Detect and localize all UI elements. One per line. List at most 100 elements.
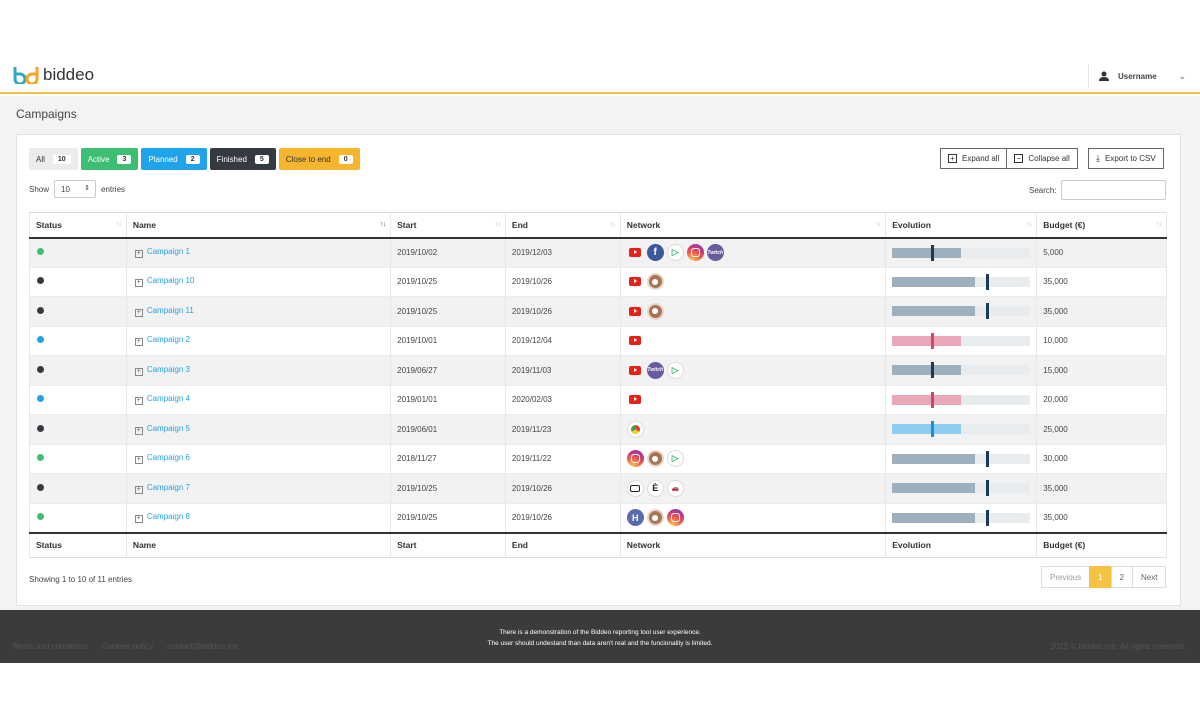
- evolution-fill: [892, 365, 962, 376]
- filter-label: Active: [87, 154, 110, 164]
- end-cell: 2019/10/26: [504, 502, 621, 533]
- search-input[interactable]: [1060, 180, 1166, 200]
- status-cell: [29, 296, 127, 326]
- expand-all-button[interactable]: + Expand all: [940, 148, 1008, 169]
- expand-row-icon[interactable]: +: [134, 397, 143, 406]
- table-row[interactable]: + Campaign 5 2019/06/01 2019/11/23 25,000: [29, 414, 1167, 444]
- evolution-marker: [930, 362, 934, 379]
- user-menu[interactable]: Username ⌄: [1088, 64, 1200, 88]
- expand-row-icon[interactable]: +: [134, 279, 143, 288]
- column-header-evolution[interactable]: Evolution ↑↓: [885, 212, 1038, 239]
- table-row[interactable]: + Campaign 1 2019/10/02 2019/12/03 f ▷ Twitch 5…: [29, 237, 1167, 267]
- name-cell: + Campaign 1: [125, 237, 392, 267]
- username: Username: [1118, 71, 1157, 81]
- sort-asc-icon: ↑↓: [380, 221, 386, 228]
- column-header-budget[interactable]: Budget (€) ↑↓: [1036, 212, 1167, 239]
- end-cell: 2019/11/22: [504, 443, 621, 474]
- evolution-marker: [930, 421, 934, 438]
- column-header-end[interactable]: End ↑↓: [504, 212, 621, 239]
- filter-planned-button[interactable]: Planned 2: [141, 148, 207, 170]
- expand-row-icon[interactable]: +: [134, 485, 143, 494]
- status-filters: All 10 Active 3 Planned 2 Finished 5 Clo…: [29, 148, 360, 170]
- table-row[interactable]: + Campaign 11 2019/10/25 2019/10/26 35,000: [29, 296, 1167, 326]
- brand-name: biddeo: [43, 65, 95, 84]
- table-body: + Campaign 1 2019/10/02 2019/12/03 f ▷ Twitch 5…: [29, 237, 1167, 533]
- evolution-cell: [885, 384, 1038, 415]
- expand-row-icon[interactable]: +: [134, 338, 143, 347]
- table-row[interactable]: + Campaign 2 2019/10/01 2019/12/04 10,000: [29, 325, 1167, 356]
- table-row[interactable]: + Campaign 8 2019/10/25 2019/10/26 H 35,000: [29, 502, 1167, 533]
- campaign-link[interactable]: Campaign 5: [147, 424, 190, 433]
- evolution-bar: [892, 480, 1031, 497]
- next-page-button[interactable]: Next: [1132, 566, 1167, 588]
- campaign-link[interactable]: Campaign 8: [147, 512, 190, 521]
- expand-row-icon[interactable]: +: [134, 426, 143, 435]
- start-cell: 2019/10/25: [390, 266, 506, 297]
- page-2-button[interactable]: 2: [1110, 566, 1134, 588]
- status-dot-icon: [37, 513, 44, 520]
- table-row[interactable]: + Campaign 3 2019/06/27 2019/11/03 Twitch ▷ 15…: [29, 355, 1167, 385]
- network-cell: ▷: [619, 443, 887, 474]
- search-label: Search:: [1029, 185, 1057, 195]
- previous-page-button[interactable]: Previous: [1041, 566, 1091, 588]
- table-row[interactable]: + Campaign 6 2018/11/27 2019/11/22 ▷ 30,000: [29, 443, 1167, 474]
- campaign-link[interactable]: Campaign 11: [147, 306, 194, 315]
- collapse-all-button[interactable]: − Collapse all: [1006, 148, 1078, 169]
- column-header-name[interactable]: Name ↑↓: [125, 212, 392, 239]
- export-csv-button[interactable]: ⤓ Export to CSV: [1088, 148, 1164, 169]
- table-row[interactable]: + Campaign 7 2019/10/25 2019/10/26 Ė 🚗 35,000: [29, 473, 1167, 503]
- campaign-link[interactable]: Campaign 4: [147, 394, 190, 403]
- network-cell: f ▷ Twitch: [619, 237, 887, 267]
- end-cell: 2019/11/23: [504, 414, 621, 444]
- evolution-cell: [885, 414, 1038, 444]
- evolution-cell: [885, 502, 1038, 533]
- brand-logo[interactable]: biddeo: [12, 65, 94, 85]
- google-play-icon: ▷: [666, 450, 684, 468]
- status-cell: [29, 443, 127, 474]
- campaigns-table: Status ↑↓ Name ↑↓ Start ↑↓ End ↑↓ Network ↑↓ …: [29, 212, 1167, 558]
- page-1-button[interactable]: 1: [1089, 566, 1112, 588]
- h-app-icon: H: [626, 509, 644, 526]
- table-row[interactable]: + Campaign 4 2019/01/01 2020/02/03 20,000: [29, 384, 1167, 415]
- youtube-icon: [627, 391, 644, 408]
- campaign-link[interactable]: Campaign 2: [147, 335, 190, 344]
- table-info: Showing 1 to 10 of 11 entries: [29, 575, 133, 584]
- status-dot-icon: [37, 454, 44, 462]
- coffee-cup-icon: [646, 302, 664, 320]
- table-row[interactable]: + Campaign 10 2019/10/25 2019/10/26 35,000: [29, 266, 1167, 297]
- expand-row-icon[interactable]: +: [134, 250, 143, 258]
- show-label: Show: [29, 184, 50, 194]
- page-length-select[interactable]: 10 ⇕: [54, 180, 97, 198]
- filter-finished-button[interactable]: Finished 5: [209, 148, 276, 170]
- expand-collapse-group: + Expand all − Collapse all: [940, 148, 1078, 169]
- campaign-link[interactable]: Campaign 7: [147, 483, 190, 492]
- expand-row-icon[interactable]: +: [134, 456, 143, 465]
- campaign-link[interactable]: Campaign 3: [147, 365, 190, 374]
- end-cell: 2019/10/26: [504, 296, 621, 326]
- expand-row-icon[interactable]: +: [134, 308, 143, 317]
- campaign-link[interactable]: Campaign 1: [147, 247, 190, 256]
- status-dot-icon: [37, 306, 44, 314]
- column-header-status[interactable]: Status ↑↓: [29, 212, 127, 239]
- evolution-cell: [885, 325, 1038, 356]
- youtube-icon: [627, 303, 644, 320]
- filter-close-to-end-button[interactable]: Close to end 0: [278, 148, 360, 170]
- evolution-cell: [885, 443, 1038, 474]
- expand-row-icon[interactable]: +: [134, 515, 143, 523]
- column-header-start[interactable]: Start ↑↓: [390, 212, 506, 239]
- tv-icon: [626, 479, 644, 497]
- evolution-cell: [885, 296, 1038, 326]
- evolution-bar: [892, 303, 1031, 320]
- status-dot-icon: [37, 277, 44, 285]
- network-cell: [619, 414, 887, 444]
- campaign-link[interactable]: Campaign 10: [147, 276, 195, 285]
- column-header-network[interactable]: Network ↑↓: [619, 212, 887, 239]
- filter-active-button[interactable]: Active 3: [80, 148, 139, 170]
- budget-cell: 20,000: [1036, 384, 1167, 415]
- expand-row-icon[interactable]: +: [134, 367, 143, 376]
- evolution-fill: [892, 483, 976, 494]
- filter-all-button[interactable]: All 10: [29, 148, 78, 170]
- campaign-link[interactable]: Campaign 6: [147, 453, 190, 462]
- end-cell: 2020/02/03: [504, 384, 621, 415]
- evolution-marker: [930, 391, 934, 408]
